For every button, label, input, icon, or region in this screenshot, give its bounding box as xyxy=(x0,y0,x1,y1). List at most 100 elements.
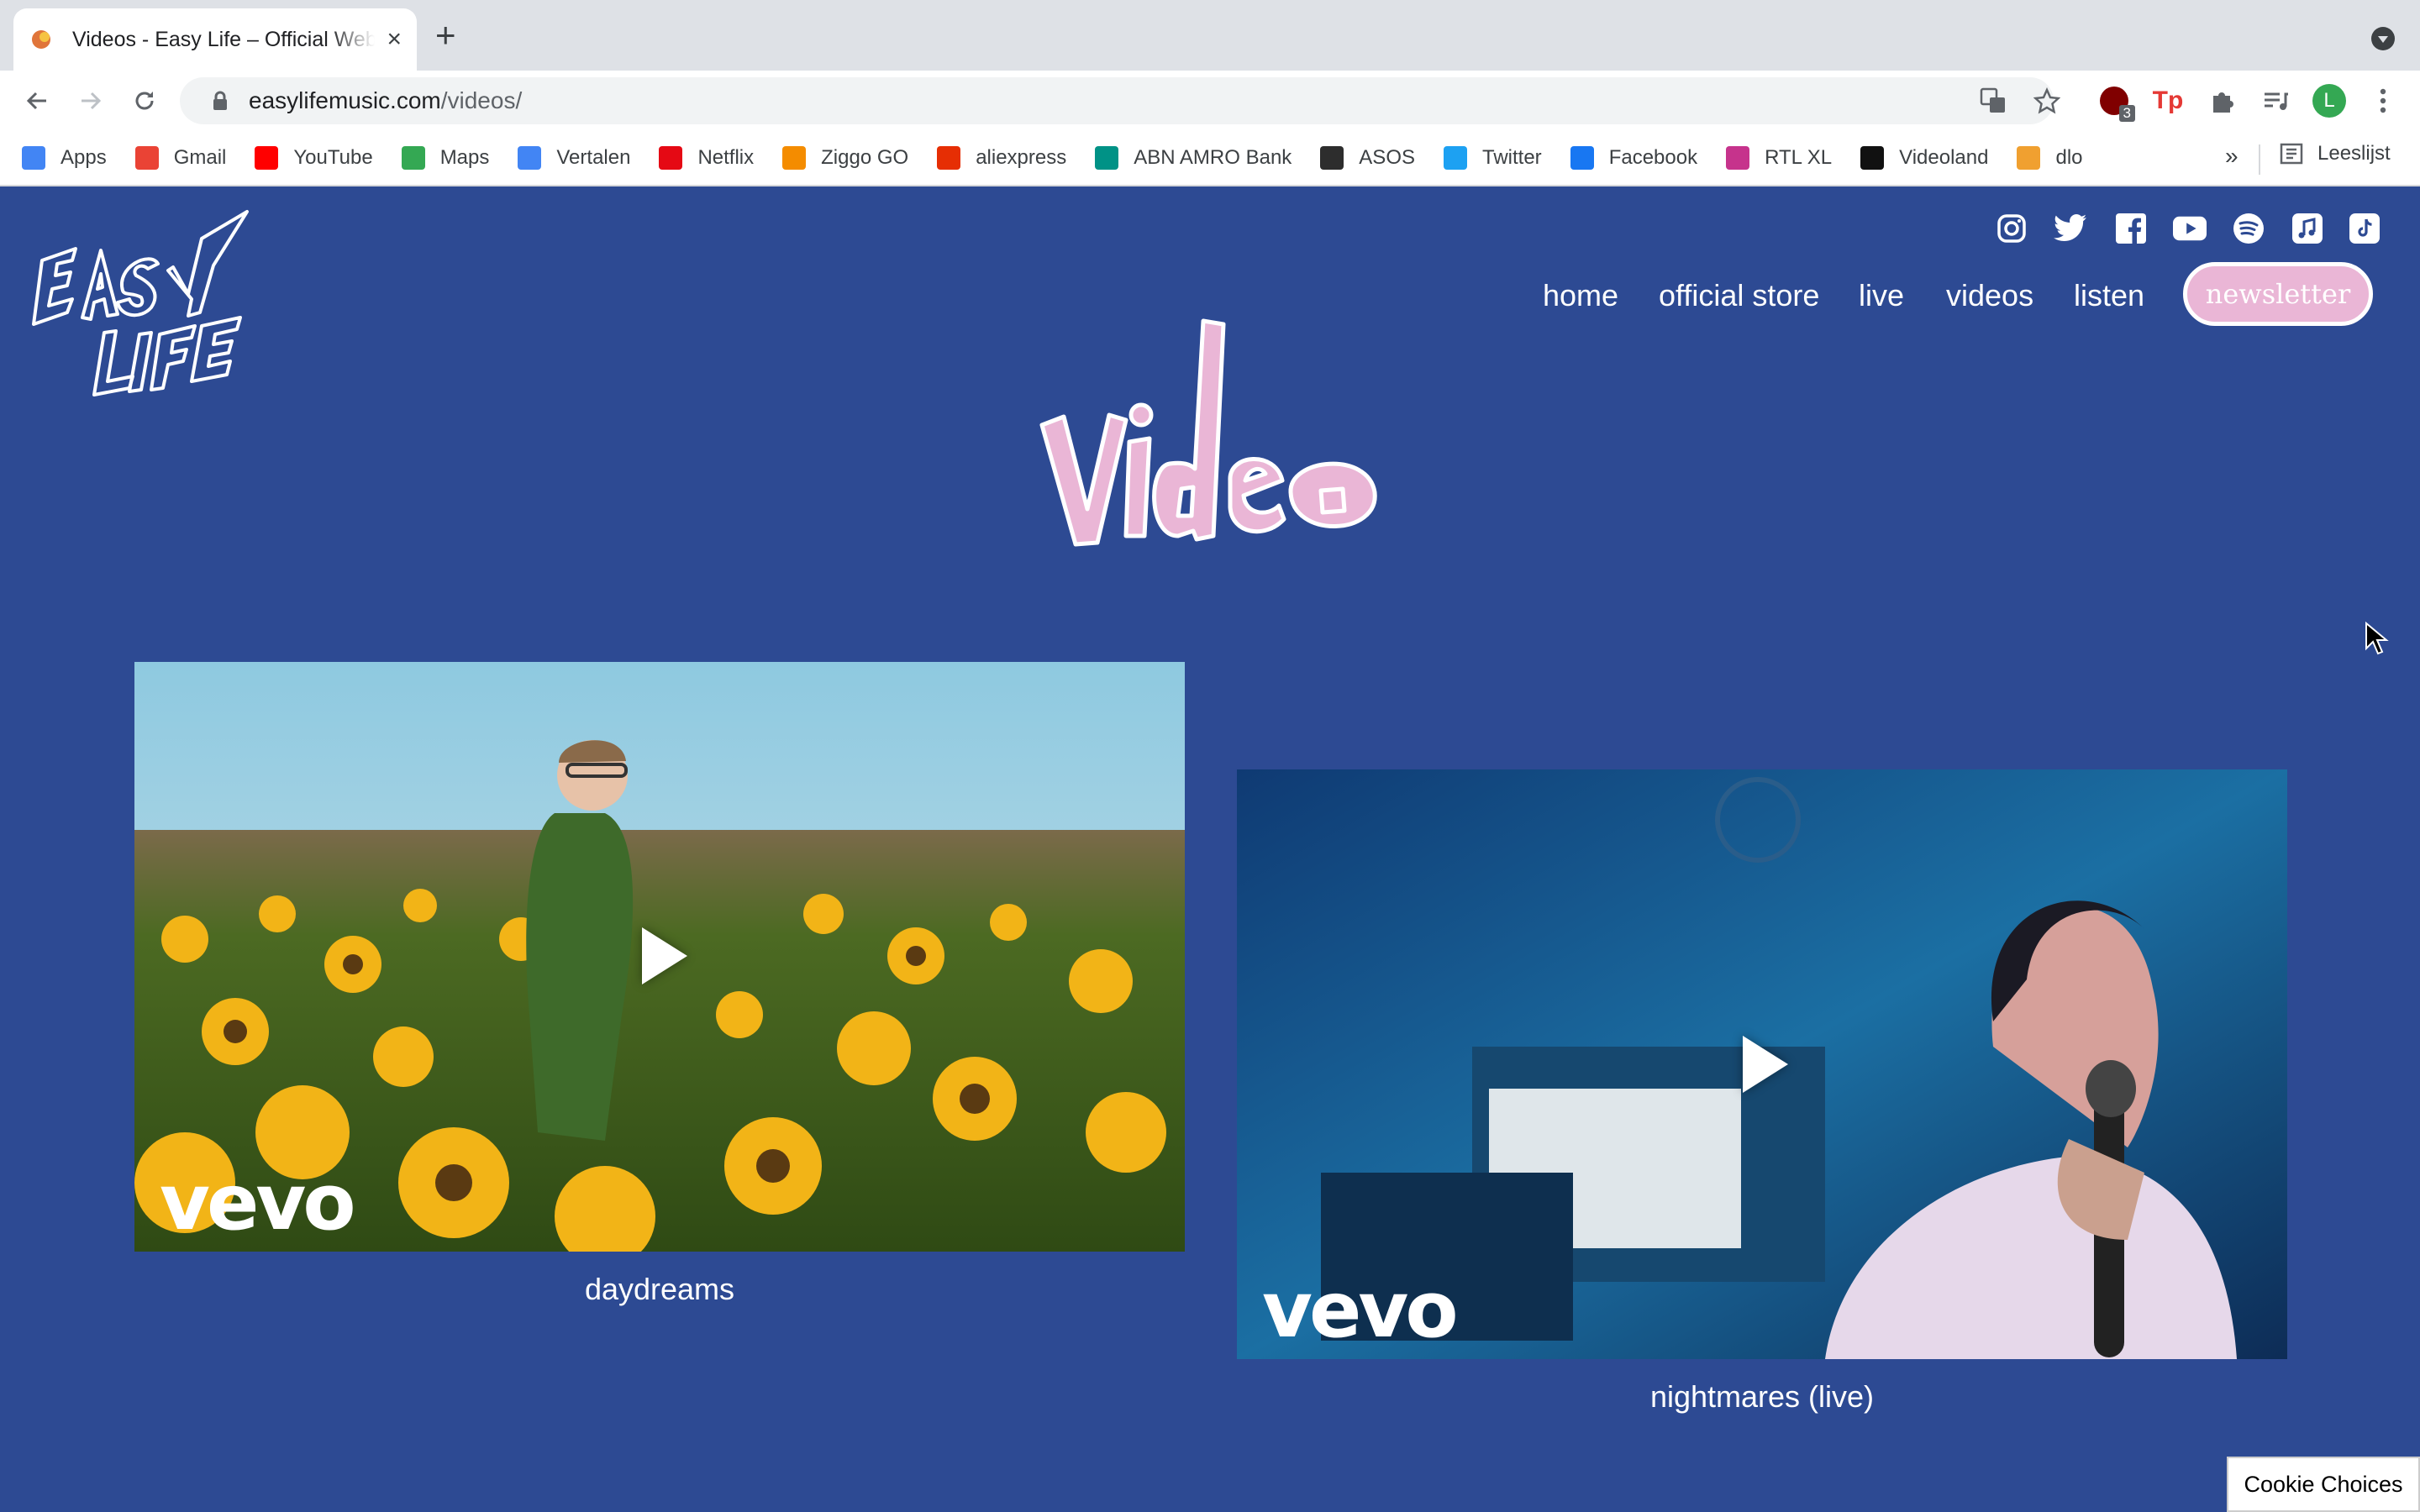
bookmark-asos[interactable]: ASOS xyxy=(1320,146,1415,170)
mouse-cursor-icon xyxy=(2365,622,2389,655)
bookmark-label: ASOS xyxy=(1359,146,1415,169)
bookmarks-separator xyxy=(2259,144,2260,175)
bookmark-videoland[interactable]: Videoland xyxy=(1860,146,1988,170)
apple-music-icon[interactable] xyxy=(2291,212,2324,245)
reload-icon xyxy=(135,92,154,110)
tab-search-icon[interactable] xyxy=(2371,27,2395,50)
bookmark-vertalen[interactable]: Vertalen xyxy=(518,146,630,170)
bookmark-label: dlo xyxy=(2055,146,2083,169)
youtube-icon[interactable] xyxy=(2173,212,2207,245)
bookmark-youtube[interactable]: YouTube xyxy=(255,146,373,170)
easy-life-logo[interactable] xyxy=(24,208,264,407)
bookmarks-bar: Apps Gmail YouTube Maps Vertalen Netflix Ziggo… xyxy=(0,131,2420,186)
nav-official-store[interactable]: official store xyxy=(1659,278,1819,313)
facebook-icon[interactable] xyxy=(2114,212,2148,245)
video-title-daydreams[interactable]: daydreams xyxy=(134,1272,1185,1307)
bookmark-twitter[interactable]: Twitter xyxy=(1444,146,1542,170)
bookmark-apps[interactable]: Apps xyxy=(22,146,107,170)
reading-list-button[interactable]: Leeslijst xyxy=(2279,141,2391,166)
aliexpress-icon xyxy=(937,146,961,170)
tab-title: Videos - Easy Life – Official Website xyxy=(72,27,375,51)
profile-avatar[interactable]: L xyxy=(2311,82,2348,119)
url-text: easylifemusic.com/videos/ xyxy=(249,87,523,113)
play-icon[interactable] xyxy=(642,927,687,984)
browser-menu-icon[interactable] xyxy=(2365,82,2402,119)
play-icon[interactable] xyxy=(1743,1036,1788,1093)
bookmark-abn-amro-bank[interactable]: ABN AMRO Bank xyxy=(1095,146,1292,170)
video-player-nightmares-live[interactable]: vevo xyxy=(1237,769,2287,1359)
address-bar[interactable]: easylifemusic.com/videos/ xyxy=(180,77,2054,124)
bookmark-label: Gmail xyxy=(173,146,227,169)
cookie-choices-button[interactable]: Cookie Choices xyxy=(2227,1457,2420,1512)
bookmarks-overflow-button[interactable]: » xyxy=(2225,143,2238,170)
videoland-icon xyxy=(1860,146,1885,170)
reading-list-icon xyxy=(2280,143,2303,165)
newsletter-button[interactable]: newsletter xyxy=(2183,262,2373,326)
ziggo-icon xyxy=(782,146,807,170)
browser-tab[interactable]: Videos - Easy Life – Official Website × xyxy=(13,8,417,71)
nav-live[interactable]: live xyxy=(1859,278,1904,313)
bookmark-label: aliexpress xyxy=(976,146,1067,169)
bookmark-maps[interactable]: Maps xyxy=(401,146,490,170)
bookmark-label: Ziggo GO xyxy=(821,146,909,169)
bookmark-label: Facebook xyxy=(1608,146,1698,169)
video-player-daydreams[interactable]: vevo xyxy=(134,662,1185,1252)
bookmark-dlo[interactable]: dlo xyxy=(2017,146,2083,170)
spotify-icon[interactable] xyxy=(2232,212,2265,245)
youtube-icon xyxy=(255,146,279,170)
browser-toolbar: easylifemusic.com/videos/ 3 Tp L xyxy=(0,71,2420,131)
video-heading-graphic xyxy=(1039,318,1377,547)
forward-arrow-icon xyxy=(82,92,102,110)
new-tab-button[interactable]: + xyxy=(435,18,456,53)
reload-button[interactable] xyxy=(126,82,163,119)
video-title-nightmares-live[interactable]: nightmares (live) xyxy=(1237,1379,2287,1415)
bookmark-label: ABN AMRO Bank xyxy=(1134,146,1292,169)
gmail-icon xyxy=(134,146,159,170)
tab-close-icon[interactable]: × xyxy=(387,27,402,52)
facebook-icon xyxy=(1570,146,1594,170)
bookmark-ziggo-go[interactable]: Ziggo GO xyxy=(782,146,908,170)
vevo-watermark: vevo xyxy=(160,1158,356,1247)
tp-extension-icon[interactable]: Tp xyxy=(2149,82,2186,119)
bookmark-label: Maps xyxy=(439,146,490,169)
bookmark-aliexpress[interactable]: aliexpress xyxy=(937,146,1066,170)
translate-icon[interactable] xyxy=(1975,82,2012,119)
bookmark-label: YouTube xyxy=(293,146,373,169)
extensions-puzzle-icon[interactable] xyxy=(2203,82,2240,119)
twitter-icon[interactable] xyxy=(2054,212,2087,245)
instagram-icon[interactable] xyxy=(1995,212,2028,245)
bookmark-label: Videoland xyxy=(1899,146,1989,169)
nav-videos[interactable]: videos xyxy=(1946,278,2033,313)
back-arrow-icon xyxy=(26,92,46,110)
maps-icon xyxy=(401,146,425,170)
apps-grid-icon xyxy=(22,146,45,170)
nav-home[interactable]: home xyxy=(1543,278,1618,313)
site-favicon-icon xyxy=(32,30,50,49)
translate-icon xyxy=(518,146,542,170)
ublock-extension-icon[interactable]: 3 xyxy=(2096,82,2135,122)
bookmark-label: Vertalen xyxy=(556,146,631,169)
tiktok-icon[interactable] xyxy=(2348,212,2381,245)
forward-button[interactable] xyxy=(72,82,109,119)
rtlxl-icon xyxy=(1726,146,1750,170)
media-control-icon[interactable] xyxy=(2257,82,2294,119)
lock-icon xyxy=(213,91,227,110)
bookmark-star-icon[interactable] xyxy=(2028,82,2065,119)
twitter-icon xyxy=(1444,146,1467,170)
bookmark-label: Netflix xyxy=(697,146,755,169)
bookmark-label: RTL XL xyxy=(1765,146,1833,169)
dlo-icon xyxy=(2017,146,2041,170)
bookmark-label: Twitter xyxy=(1482,146,1542,169)
extension-badge: 3 xyxy=(2118,105,2135,122)
bookmark-gmail[interactable]: Gmail xyxy=(134,146,227,170)
abnamro-icon xyxy=(1095,146,1119,170)
nav-listen[interactable]: listen xyxy=(2074,278,2144,313)
back-button[interactable] xyxy=(18,82,55,119)
vevo-watermark: vevo xyxy=(1262,1265,1459,1355)
asos-icon xyxy=(1320,146,1344,170)
browser-tabstrip: Videos - Easy Life – Official Website × … xyxy=(0,0,2420,71)
bookmark-netflix[interactable]: Netflix xyxy=(659,146,754,170)
bookmark-facebook[interactable]: Facebook xyxy=(1570,146,1697,170)
netflix-icon xyxy=(659,146,683,170)
bookmark-rtl-xl[interactable]: RTL XL xyxy=(1726,146,1832,170)
